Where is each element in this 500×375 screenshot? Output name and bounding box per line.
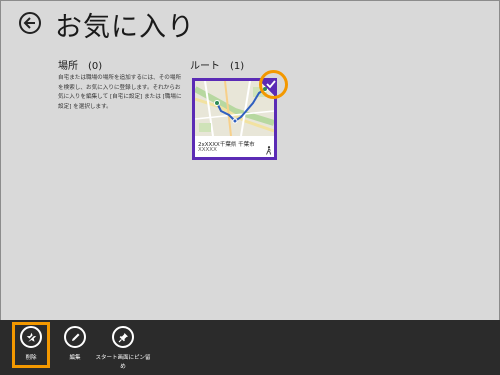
pencil-icon — [71, 333, 79, 341]
page-title: お気に入り — [55, 12, 195, 43]
pin-icon — [118, 332, 128, 342]
delete-highlight-box — [12, 322, 50, 368]
edit-icon-circle — [64, 326, 86, 348]
routes-count: (1) — [230, 61, 245, 72]
places-label: 場所 — [58, 61, 78, 72]
pin-to-start-button[interactable]: スタート画面にピン留め — [93, 326, 153, 372]
places-count: (0) — [88, 61, 103, 72]
back-arrow-icon — [23, 17, 35, 29]
walk-icon — [266, 146, 271, 155]
routes-heading: ルート (1) — [190, 57, 244, 72]
app-bar: 削除 編集 スタート画面にピン留め — [0, 320, 500, 375]
places-description: 自宅または職場の場所を追加するには、その場所を検索し、お気に入りに登録します。そ… — [58, 75, 182, 110]
highlight-circle — [259, 70, 288, 99]
route-sub: XXXXX — [198, 147, 217, 153]
pin-icon-circle — [112, 326, 134, 348]
routes-label: ルート — [190, 61, 220, 72]
places-heading: 場所 (0) — [58, 57, 102, 72]
pin-label: スタート画面にピン留め — [95, 355, 151, 370]
back-button[interactable] — [19, 12, 41, 34]
